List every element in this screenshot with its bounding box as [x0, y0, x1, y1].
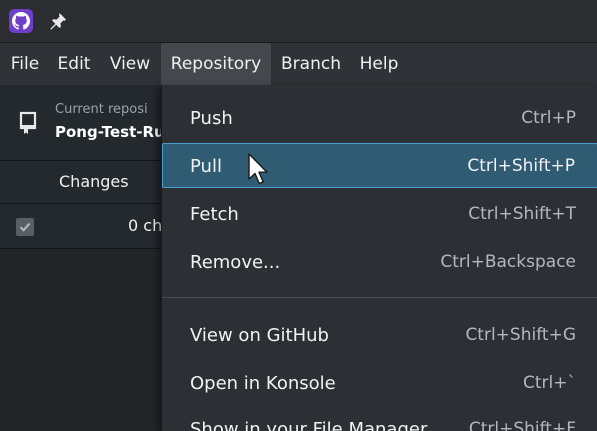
menu-file[interactable]: File: [4, 43, 46, 85]
menu-item-shortcut: Ctrl+Shift+P: [467, 156, 575, 176]
menu-item-shortcut: Ctrl+Shift+F: [468, 419, 576, 431]
menu-item-pull[interactable]: Pull Ctrl+Shift+P: [162, 143, 597, 188]
menu-item-label: Show in your File Manager: [190, 419, 428, 431]
menu-separator: [162, 297, 597, 298]
menu-item-push[interactable]: Push Ctrl+P: [162, 96, 597, 141]
pin-icon[interactable]: [48, 11, 68, 31]
menu-item-label: Fetch: [190, 204, 239, 225]
menu-item-shortcut: Ctrl+Shift+T: [468, 204, 576, 224]
menu-repository[interactable]: Repository: [161, 43, 271, 85]
menu-item-view-on-github[interactable]: View on GitHub Ctrl+Shift+G: [162, 313, 597, 358]
menu-item-label: Push: [190, 108, 233, 129]
menu-item-shortcut: Ctrl+Backspace: [440, 252, 576, 272]
menu-item-shortcut: Ctrl+Shift+G: [465, 325, 576, 345]
menu-view[interactable]: View: [103, 43, 157, 85]
menu-item-label: Open in Konsole: [190, 373, 336, 394]
menu-edit[interactable]: Edit: [52, 43, 96, 85]
menu-help[interactable]: Help: [354, 43, 404, 85]
checkbox-icon[interactable]: [16, 218, 34, 236]
menu-item-label: Remove...: [190, 252, 281, 273]
mouse-cursor-icon: [247, 152, 271, 188]
menu-item-fetch[interactable]: Fetch Ctrl+Shift+T: [162, 192, 597, 237]
github-icon[interactable]: [9, 9, 33, 33]
menu-item-shortcut: Ctrl+`: [523, 373, 576, 393]
menu-item-show-in-file-manager[interactable]: Show in your File Manager Ctrl+Shift+F: [162, 407, 597, 431]
changed-files-count: 0 ch: [128, 216, 163, 235]
current-repository-name: Pong-Test-Ru: [55, 123, 165, 141]
title-bar: [0, 0, 597, 43]
tab-changes[interactable]: Changes: [59, 161, 129, 203]
current-repository-caption: Current reposi: [55, 102, 148, 117]
menu-item-label: Pull: [190, 156, 222, 177]
menu-item-label: View on GitHub: [190, 325, 329, 346]
repository-icon: [18, 111, 38, 135]
menu-item-remove[interactable]: Remove... Ctrl+Backspace: [162, 240, 597, 285]
menu-branch[interactable]: Branch: [276, 43, 346, 85]
menu-bar: File Edit View Repository Branch Help: [0, 43, 597, 85]
menu-item-shortcut: Ctrl+P: [521, 108, 576, 128]
menu-item-open-in-konsole[interactable]: Open in Konsole Ctrl+`: [162, 361, 597, 406]
repository-menu: Push Ctrl+P Pull Ctrl+Shift+P Fetch Ctrl…: [161, 85, 597, 431]
